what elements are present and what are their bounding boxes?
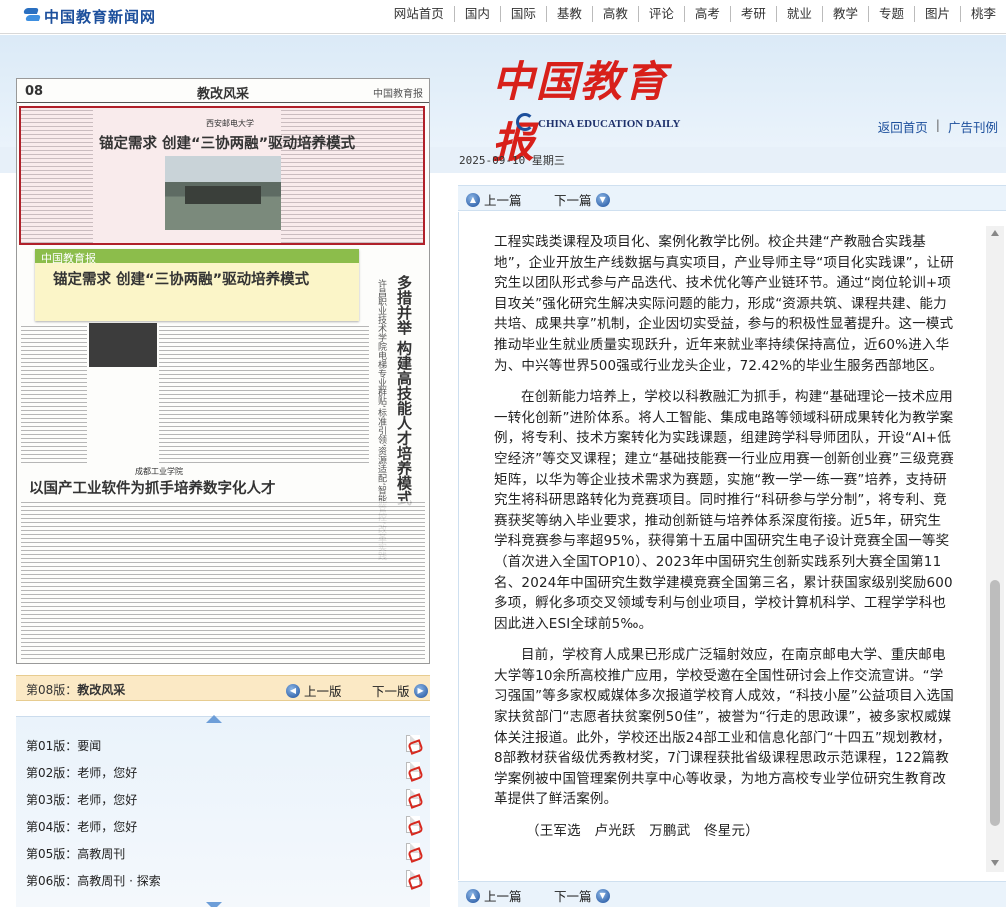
current-page-label: 第08版：教改风采 (26, 683, 126, 697)
prev-article-button[interactable]: ▲ 上一篇 (466, 190, 522, 209)
nav-item-basic-education[interactable]: 基教 (545, 6, 592, 22)
nav-item-home[interactable]: 网站首页 (384, 6, 454, 22)
arrow-up-icon: ▲ (466, 192, 480, 207)
issue-date: 2025-09-10 星期三 (459, 154, 565, 167)
pdf-icon[interactable] (406, 870, 420, 887)
page-list-item[interactable]: 第01版：要闻 (26, 735, 420, 755)
site-logo-text: 中国教育新闻网 (44, 8, 157, 26)
header-link-separator: | (935, 117, 940, 132)
site-logo-icon (22, 7, 42, 26)
page-list-item[interactable]: 第05版：高教周刊 (26, 843, 420, 863)
prev-article-button-bottom[interactable]: ▲ 上一篇 (466, 886, 522, 905)
page-list-scroll-down-icon[interactable] (206, 902, 222, 907)
nav-item-employment[interactable]: 就业 (775, 6, 822, 22)
pdf-icon[interactable] (406, 843, 420, 860)
page-navigation-bar: 第08版：教改风采 ◀ 上一版 下一版 ▶ (16, 675, 430, 701)
pdf-icon[interactable] (406, 735, 420, 752)
vertical-article-headline[interactable]: 多措并举 构建高技能人才培养模式 (393, 275, 413, 505)
arrow-down-icon: ▼ (595, 192, 610, 207)
pdf-icon[interactable] (406, 816, 420, 833)
article-body: 工程实践类课程及项目化、案例化教学比例。校企共建“产教融合实践基地”，企业开放生… (494, 232, 954, 853)
page-list: 第01版：要闻 第02版：老师，您好 第03版：老师，您好 第04版：老师，您好… (16, 715, 430, 907)
article2-headline[interactable]: 以国产工业软件为抓手培养数字化人才 (29, 477, 276, 498)
paper-logo[interactable]: 中国教育报 CHINA EDUCATION DAILY (492, 48, 692, 167)
nav-item-kaoyan[interactable]: 考研 (729, 6, 776, 22)
newspaper-page-header: 08 教改风采 中国教育报 (17, 79, 429, 103)
article-byline: （王军选 卢光跃 万鹏武 佟星元） (526, 823, 759, 840)
tooltip-title: 锚定需求 创建“三协两融”驱动培养模式 (53, 272, 310, 288)
back-home-link[interactable]: 返回首页 (878, 117, 928, 136)
article-nav-bottom: ▲ 上一篇 下一篇 ▼ (458, 881, 1006, 907)
newspaper-page-number: 08 (25, 84, 44, 99)
tooltip-source: 中国教育报 (41, 252, 96, 265)
header-links: 返回首页 | 广告刊例 (878, 117, 998, 136)
paper-logo-english: CHINA EDUCATION DAILY (538, 118, 681, 130)
nav-item-higher-education[interactable]: 高教 (591, 6, 638, 22)
pdf-icon[interactable] (406, 762, 420, 779)
scroll-down-arrow-icon[interactable] (991, 860, 999, 866)
page-list-item[interactable]: 第03版：老师，您好 (26, 789, 420, 809)
nav-item-topics[interactable]: 专题 (867, 6, 914, 22)
prev-page-button[interactable]: ◀ 上一版 (286, 681, 342, 700)
nav-item-gaokao[interactable]: 高考 (683, 6, 730, 22)
nav-item-commentary[interactable]: 评论 (637, 6, 684, 22)
article-photo-2 (89, 323, 157, 367)
newspaper-section-title: 教改风采 (197, 87, 250, 102)
newspaper-brand: 中国教育报 (373, 89, 423, 100)
arrow-left-icon: ◀ (286, 683, 300, 698)
newspaper-page-view: 08 教改风采 中国教育报 西安邮电大学 锚定需求 创建“三协两融”驱动培养模式… (16, 78, 430, 664)
article-paragraph: 工程实践类课程及项目化、案例化教学比例。校企共建“产教融合实践基地”，企业开放生… (494, 234, 954, 374)
nav-item-teaching[interactable]: 教学 (821, 6, 868, 22)
article-scrollbar[interactable] (986, 226, 1004, 872)
article-paragraph: 在创新能力培养上，学校以科教融汇为抓手，构建“基础理论一技术应用一转化创新”进阶… (494, 389, 954, 632)
next-article-button-bottom[interactable]: 下一篇 ▼ (554, 886, 610, 905)
article-hotspot-selected[interactable]: 西安邮电大学 锚定需求 创建“三协两融”驱动培养模式 (19, 106, 425, 245)
nav-item-domestic[interactable]: 国内 (453, 6, 500, 22)
article1-headline: 锚定需求 创建“三协两融”驱动培养模式 (99, 136, 356, 152)
next-page-button[interactable]: 下一版 ▶ (372, 681, 428, 700)
article-nav-top: ▲ 上一篇 下一篇 ▼ (458, 185, 1006, 211)
prev-article-label: 上一篇 (484, 889, 522, 904)
nav-item-photos[interactable]: 图片 (913, 6, 960, 22)
top-navigation-bar: 中国教育新闻网 网站首页 国内 国际 基教 高教 评论 高考 考研 就业 教学 … (0, 0, 1006, 34)
next-article-button[interactable]: 下一篇 ▼ (554, 190, 610, 209)
arrow-up-icon: ▲ (466, 888, 480, 903)
article1-subtitle: 西安邮电大学 (206, 119, 254, 128)
page-list-item[interactable]: 第02版：老师，您好 (26, 762, 420, 782)
page-list-scroll-up-icon[interactable] (206, 715, 222, 723)
next-article-label: 下一篇 (554, 889, 592, 904)
scrollbar-thumb[interactable] (990, 580, 1000, 826)
nav-item-taoli[interactable]: 桃李 (959, 6, 1006, 22)
site-nav: 网站首页 国内 国际 基教 高教 评论 高考 考研 就业 教学 专题 图片 桃李 (384, 6, 1006, 22)
article-tooltip: 中国教育报 锚定需求 创建“三协两融”驱动培养模式 (35, 249, 359, 321)
nav-item-international[interactable]: 国际 (499, 6, 546, 22)
prev-article-label: 上一篇 (484, 193, 522, 208)
page-list-item[interactable]: 第04版：老师，您好 (26, 816, 420, 836)
ad-rates-link[interactable]: 广告刊例 (948, 117, 998, 136)
prev-page-label: 上一版 (304, 684, 342, 699)
article-paragraph: 目前，学校育人成果已形成广泛辐射效应，在南京邮电大学、重庆邮电大学等10余所高校… (494, 647, 954, 808)
site-logo[interactable]: 中国教育新闻网 (22, 6, 157, 27)
next-page-label: 下一版 (372, 684, 410, 699)
pdf-icon[interactable] (406, 789, 420, 806)
article2-subtitle: 成都工业学院 (135, 467, 183, 476)
next-article-label: 下一篇 (554, 193, 592, 208)
scroll-up-arrow-icon[interactable] (991, 230, 999, 236)
page-list-item[interactable]: 第06版：高教周刊 · 探索 (26, 870, 420, 890)
arrow-right-icon: ▶ (413, 683, 428, 698)
arrow-down-icon: ▼ (595, 888, 610, 903)
article1-photo (165, 156, 281, 230)
